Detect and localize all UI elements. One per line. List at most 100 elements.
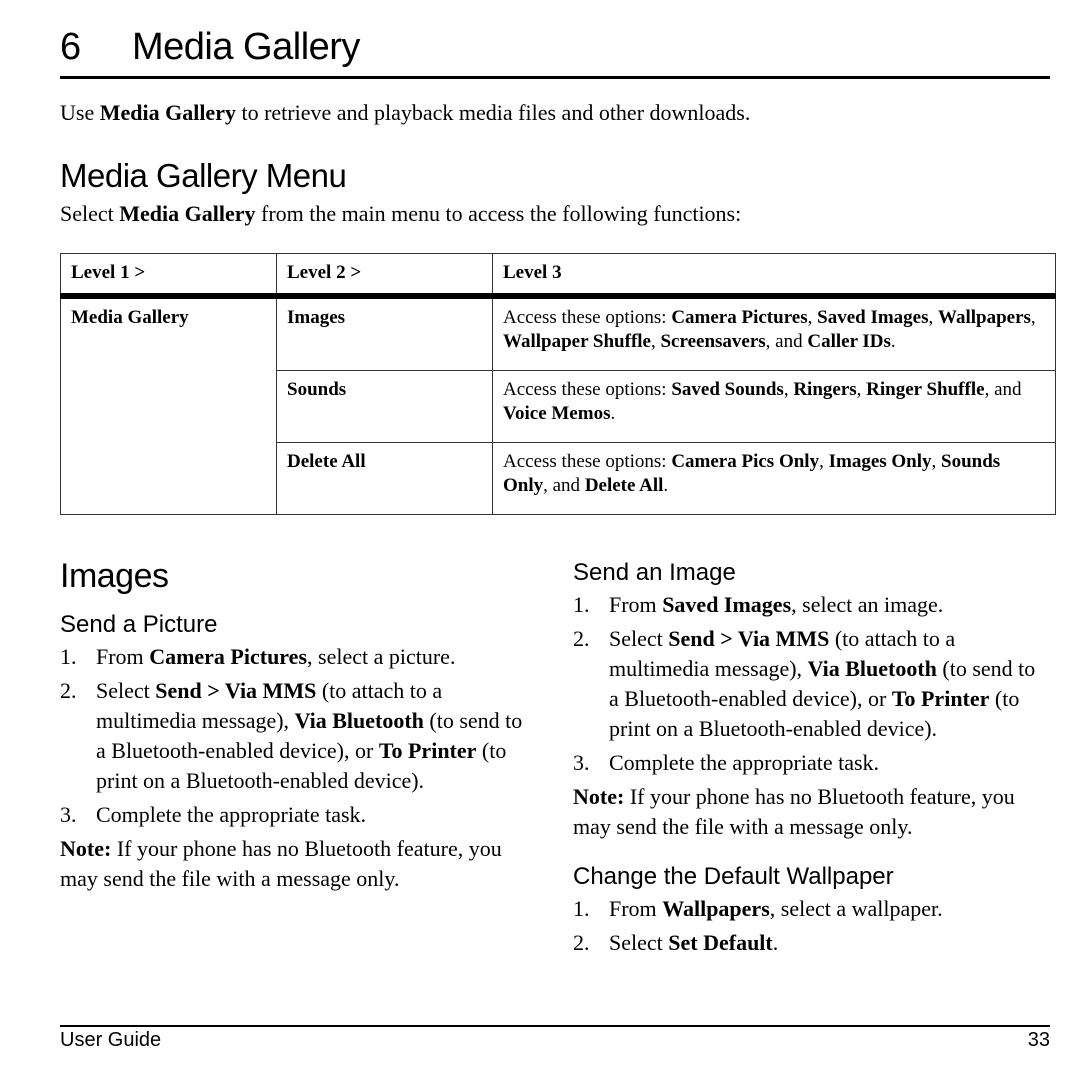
bold-term: Images Only: [828, 451, 932, 472]
send-image-steps: 1. From Saved Images, select an image. 2. S…: [573, 590, 1048, 778]
menu-table: Level 1 > Level 2 > Level 3 Media Galler…: [60, 253, 1056, 515]
menu-intro-bold: Media Gallery: [119, 201, 256, 226]
send-picture-heading: Send a Picture: [60, 611, 218, 638]
text-run: .: [772, 930, 779, 955]
text-run: ,: [1030, 307, 1036, 328]
level-3-cell: Access these options: Camera Pics Only , …: [492, 442, 1056, 515]
intro-text-post: to retrieve and playback media files and…: [235, 100, 751, 125]
bold-term: Send > Via MMS: [155, 678, 317, 703]
bold-term: Screensavers: [660, 331, 766, 352]
text-run: Complete the appropriate task.: [609, 750, 880, 775]
text-run: Select: [609, 930, 669, 955]
text-run: .: [890, 331, 896, 352]
bold-term: Voice Memos: [503, 403, 611, 424]
text-run: From: [96, 644, 150, 669]
text-run: , and: [543, 475, 585, 496]
bold-term: Camera Pictures: [671, 307, 808, 328]
send-picture-note: Note: If your phone has no Bluetooth fea…: [60, 834, 535, 894]
level-2-cell: Images: [276, 295, 493, 371]
bold-term: Ringer Shuffle: [866, 379, 985, 400]
footer-label: User Guide: [60, 1029, 162, 1051]
note-text: If your phone has no Bluetooth feature, …: [60, 836, 502, 891]
text-run: Access these options:: [503, 307, 672, 328]
step-item: 1. From Saved Images, select an image.: [573, 590, 1048, 620]
text-run: Access these options:: [503, 379, 672, 400]
send-picture-steps: 1. From Camera Pictures, select a picture…: [60, 642, 535, 830]
step-number: 3.: [573, 750, 590, 775]
text-run: ,: [928, 307, 938, 328]
text-run: ,: [931, 451, 942, 472]
text-run: ,: [856, 379, 867, 400]
step-item: 2. Select Send > Via MMS (to attach to a …: [60, 676, 535, 796]
text-run: Complete the appropriate task.: [96, 802, 367, 827]
text-run: , select an image.: [791, 592, 944, 617]
note-label: Note:: [60, 836, 112, 861]
step-number: 2.: [60, 678, 77, 703]
step-number: 1.: [573, 592, 590, 617]
bold-term: Wallpapers: [662, 896, 770, 921]
step-item: 1. From Wallpapers, select a wallpaper.: [573, 894, 1048, 924]
text-run: , and: [765, 331, 808, 352]
menu-intro-post: from the main menu to access the followi…: [255, 201, 742, 226]
step-item: 3. Complete the appropriate task.: [60, 800, 535, 830]
bold-term: Camera Pictures: [149, 644, 308, 669]
intro-bold: Media Gallery: [99, 100, 236, 125]
default-wallpaper-heading: Change the Default Wallpaper: [573, 863, 894, 890]
step-item: 2. Select Set Default.: [573, 928, 1048, 958]
menu-intro-paragraph: Select Media Gallery from the main menu …: [60, 199, 741, 229]
send-image-heading: Send an Image: [573, 559, 736, 586]
bold-term: Set Default: [668, 930, 773, 955]
right-column: Send an Image 1. From Saved Images, selec…: [573, 558, 1048, 962]
bold-term: Ringers: [793, 379, 857, 400]
text-run: , select a picture.: [307, 644, 456, 669]
step-number: 1.: [573, 896, 590, 921]
table-row: Media Gallery Images Access these option…: [60, 295, 1056, 515]
menu-intro-pre: Select: [60, 201, 120, 226]
level-2-cell: Sounds: [276, 370, 493, 443]
table-header-row: Level 1 > Level 2 > Level 3: [60, 253, 1056, 299]
bold-term: Saved Sounds: [671, 379, 784, 400]
text-run: ,: [783, 379, 794, 400]
text-run: .: [663, 475, 669, 496]
chapter-number: 6: [60, 26, 81, 68]
level-2-cell: Delete All: [276, 442, 493, 515]
default-wallpaper-steps: 1. From Wallpapers, select a wallpaper. 2.…: [573, 894, 1048, 958]
step-number: 3.: [60, 802, 77, 827]
bold-term: Camera Pics Only: [671, 451, 820, 472]
left-column: Images Send a Picture 1. From Camera Pict…: [60, 556, 535, 908]
bold-term: Delete All: [584, 475, 664, 496]
menu-section-heading: Media Gallery Menu: [60, 157, 347, 194]
header-level-3: Level 3: [492, 253, 1056, 299]
bold-term: Saved Images: [817, 307, 929, 328]
level-3-cell: Access these options: Camera Pictures, S…: [492, 295, 1056, 371]
step-item: 2. Select Send > Via MMS (to attach to a …: [573, 624, 1048, 744]
bold-term: Wallpapers: [938, 307, 1031, 328]
note-text: If your phone has no Bluetooth feature, …: [573, 784, 1015, 839]
bold-term: Send > Via MMS: [668, 626, 830, 651]
level-3-cell: Access these options: Saved Sounds, Ring…: [492, 370, 1056, 443]
text-run: ,: [819, 451, 829, 472]
bold-term: Saved Images: [662, 592, 792, 617]
text-run: Select: [609, 626, 669, 651]
chapter-title-text: Media Gallery: [132, 26, 360, 68]
note-label: Note:: [573, 784, 625, 809]
step-number: 2.: [573, 626, 590, 651]
intro-text-pre: Use: [60, 100, 100, 125]
bold-term: To Printer: [891, 686, 990, 711]
bold-term: Via Bluetooth: [807, 656, 937, 681]
page-number: 33: [1027, 1029, 1050, 1051]
intro-paragraph: Use Media Gallery to retrieve and playba…: [60, 98, 750, 128]
text-run: , select a wallpaper.: [769, 896, 943, 921]
step-number: 1.: [60, 644, 77, 669]
bold-term: Caller IDs: [807, 331, 891, 352]
step-item: 1. From Camera Pictures, select a picture…: [60, 642, 535, 672]
text-run: From: [609, 592, 663, 617]
send-image-note: Note: If your phone has no Bluetooth fea…: [573, 782, 1048, 842]
text-run: ,: [807, 307, 818, 328]
text-run: Access these options:: [503, 451, 672, 472]
level-1-cell: Media Gallery: [60, 295, 277, 515]
step-item: 3. Complete the appropriate task.: [573, 748, 1048, 778]
bold-term: Wallpaper Shuffle: [503, 331, 651, 352]
header-level-1: Level 1 >: [60, 253, 277, 299]
bold-term: Via Bluetooth: [294, 708, 424, 733]
